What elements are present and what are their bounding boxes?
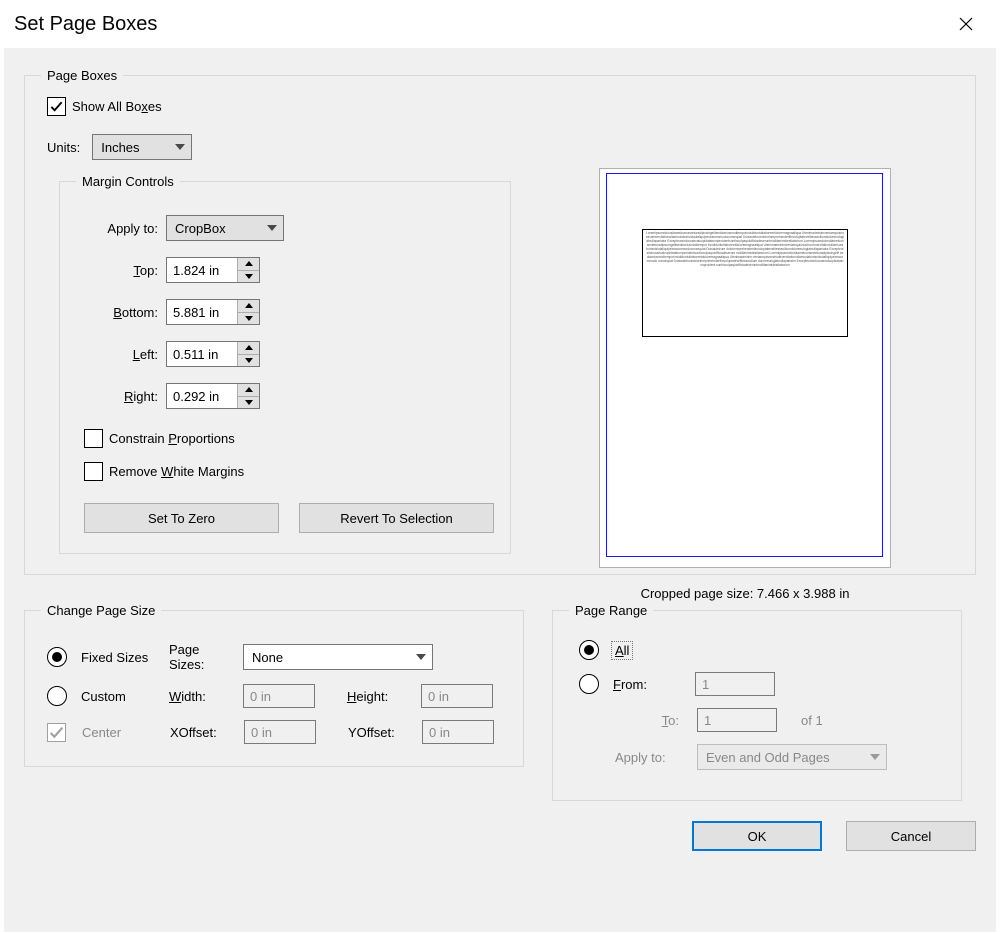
spin-down[interactable] [238, 397, 259, 409]
remove-white-label: Remove White Margins [109, 464, 244, 479]
width-input[interactable] [243, 684, 315, 708]
triangle-down-icon [245, 400, 253, 405]
to-input[interactable] [697, 708, 777, 732]
units-select[interactable]: Inches [92, 134, 192, 160]
yoffset-input[interactable] [422, 720, 494, 744]
fixed-sizes-label: Fixed Sizes [81, 650, 159, 665]
custom-radio[interactable] [47, 686, 67, 706]
dialog-title: Set Page Boxes [14, 13, 157, 36]
left-input[interactable] [167, 342, 237, 366]
yoffset-label: YOffset: [348, 725, 412, 740]
triangle-up-icon [245, 345, 253, 350]
chevron-down-icon [267, 225, 277, 231]
checkmark-icon [48, 724, 65, 741]
bottom-spinner[interactable] [166, 299, 260, 325]
center-label: Center [82, 725, 160, 740]
change-page-size-group: Change Page Size Fixed Sizes Page Sizes:… [24, 603, 524, 767]
all-label: All [613, 643, 631, 658]
change-page-size-legend: Change Page Size [41, 603, 161, 618]
center-checkbox[interactable] [47, 723, 66, 742]
triangle-down-icon [245, 358, 253, 363]
height-label: Height: [347, 689, 411, 704]
cancel-button[interactable]: Cancel [846, 821, 976, 851]
top-input[interactable] [167, 258, 237, 282]
height-input[interactable] [421, 684, 493, 708]
right-spinner[interactable] [166, 383, 260, 409]
triangle-up-icon [245, 303, 253, 308]
set-to-zero-button[interactable]: Set To Zero [84, 503, 279, 533]
bottom-input[interactable] [167, 300, 237, 324]
left-label: Left: [76, 347, 166, 362]
close-button[interactable] [946, 8, 986, 40]
spin-up[interactable] [238, 342, 259, 355]
page-range-group: Page Range All From: To: of 1 [552, 603, 962, 801]
page-sizes-label: Page Sizes: [169, 642, 233, 672]
margin-controls-group: Margin Controls Apply to: CropBox Top: [59, 174, 511, 554]
right-label: Right: [76, 389, 166, 404]
triangle-up-icon [245, 387, 253, 392]
show-all-boxes-label: Show All Boxes [72, 99, 162, 114]
spin-up[interactable] [238, 258, 259, 271]
apply-to-label: Apply to: [76, 221, 166, 236]
pr-apply-to-select[interactable]: Even and Odd Pages [697, 744, 887, 770]
checkmark-icon [49, 99, 64, 114]
revert-button[interactable]: Revert To Selection [299, 503, 494, 533]
remove-white-checkbox[interactable] [84, 462, 103, 481]
revert-label: Revert To Selection [340, 511, 453, 526]
custom-label: Custom [81, 689, 159, 704]
page-preview: Loremipsumdolorsitametconsecteturadipisc… [599, 168, 891, 568]
width-label: Width: [169, 689, 233, 704]
chevron-down-icon [870, 754, 880, 760]
page-range-legend: Page Range [569, 603, 653, 618]
spin-down[interactable] [238, 355, 259, 367]
chevron-down-icon [416, 654, 426, 660]
spin-up[interactable] [238, 384, 259, 397]
triangle-down-icon [245, 274, 253, 279]
chevron-down-icon [175, 144, 185, 150]
apply-to-select[interactable]: CropBox [166, 215, 284, 241]
page-sizes-select[interactable]: None [243, 644, 433, 670]
page-preview-area: Loremipsumdolorsitametconsecteturadipisc… [560, 168, 930, 601]
constrain-checkbox[interactable] [84, 429, 103, 448]
cropped-size-label: Cropped page size: 7.466 x 3.988 in [560, 586, 930, 601]
of-label: of 1 [801, 713, 823, 728]
from-label: From: [613, 677, 685, 692]
all-radio[interactable] [579, 640, 599, 660]
page-boxes-group: Page Boxes Show All Boxes Units: Inches … [24, 68, 976, 575]
to-label: To: [615, 713, 687, 728]
triangle-up-icon [245, 261, 253, 266]
ok-button[interactable]: OK [692, 821, 822, 851]
spin-down[interactable] [238, 271, 259, 283]
pr-apply-to-label: Apply to: [615, 750, 687, 765]
cancel-label: Cancel [891, 829, 931, 844]
page-boxes-legend: Page Boxes [41, 68, 123, 83]
xoffset-input[interactable] [244, 720, 316, 744]
apply-to-value: CropBox [175, 221, 226, 236]
spin-down[interactable] [238, 313, 259, 325]
pr-apply-to-value: Even and Odd Pages [706, 750, 830, 765]
from-radio[interactable] [579, 674, 599, 694]
set-to-zero-label: Set To Zero [148, 511, 215, 526]
constrain-label: Constrain Proportions [109, 431, 235, 446]
margin-controls-legend: Margin Controls [76, 174, 180, 189]
xoffset-label: XOffset: [170, 725, 234, 740]
top-spinner[interactable] [166, 257, 260, 283]
top-label: Top: [76, 263, 166, 278]
left-spinner[interactable] [166, 341, 260, 367]
fixed-sizes-radio[interactable] [47, 647, 67, 667]
units-label: Units: [47, 140, 80, 155]
from-input[interactable] [695, 672, 775, 696]
close-icon [959, 17, 973, 31]
page-sizes-value: None [252, 650, 283, 665]
units-value: Inches [101, 140, 139, 155]
right-input[interactable] [167, 384, 237, 408]
show-all-boxes-checkbox[interactable] [47, 97, 66, 116]
spin-up[interactable] [238, 300, 259, 313]
bottom-label: Bottom: [76, 305, 166, 320]
triangle-down-icon [245, 316, 253, 321]
ok-label: OK [748, 829, 767, 844]
page-text-preview: Loremipsumdolorsitametconsecteturadipisc… [646, 231, 844, 511]
